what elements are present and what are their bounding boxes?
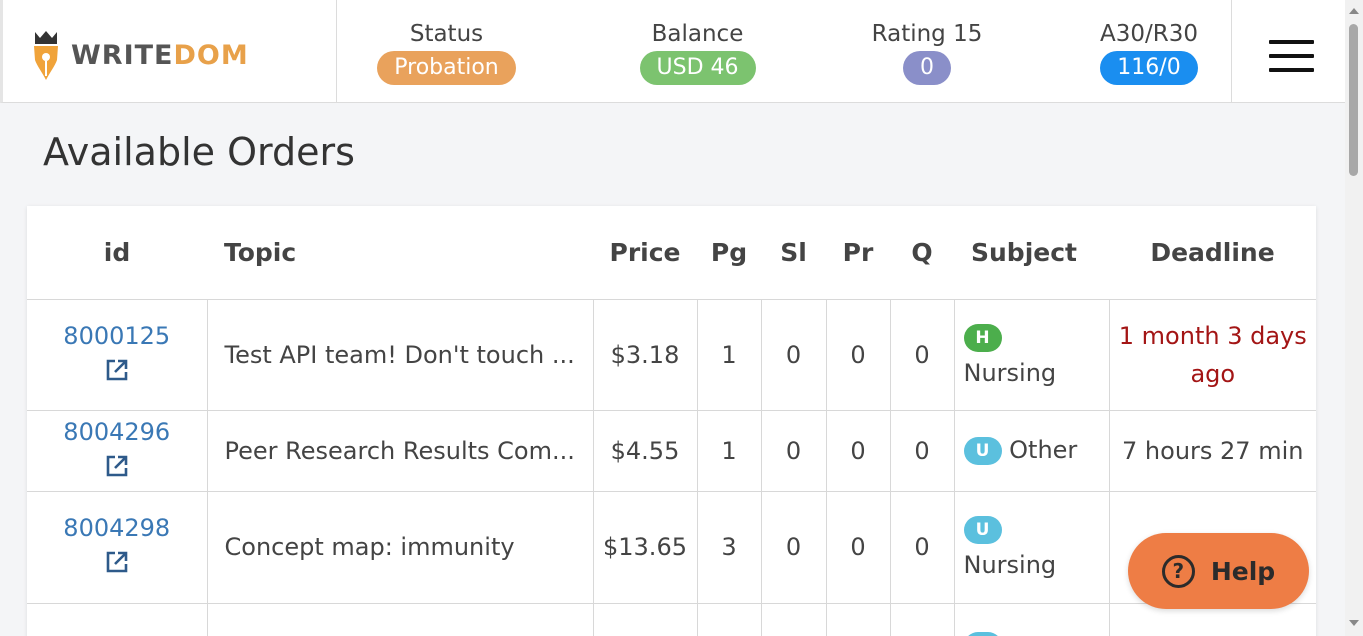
scroll-thumb[interactable] bbox=[1349, 24, 1358, 176]
external-link-icon[interactable] bbox=[104, 453, 130, 479]
brand-name: WRITEDOM bbox=[71, 39, 249, 71]
external-link-icon[interactable] bbox=[104, 357, 130, 383]
scroll-down-icon[interactable] bbox=[1349, 620, 1359, 626]
q-cell: 0 bbox=[890, 410, 955, 492]
column-header-id[interactable]: id bbox=[27, 206, 207, 300]
subject-cell: H Nursing bbox=[954, 299, 1110, 411]
column-header-sl[interactable]: Sl bbox=[761, 206, 826, 300]
subject-level-badge: U bbox=[963, 516, 1002, 544]
subject-cell bbox=[954, 603, 1110, 636]
writedom-logo[interactable]: WRITEDOM bbox=[31, 28, 249, 82]
subject-cell: U Nursing bbox=[954, 491, 1110, 604]
pr-cell: 0 bbox=[826, 491, 891, 604]
column-header-pg[interactable]: Pg bbox=[697, 206, 761, 300]
column-header-q[interactable]: Q bbox=[890, 206, 954, 300]
pen-nib-icon bbox=[34, 31, 58, 80]
rating-badge: 0 bbox=[903, 51, 951, 85]
status-stat: Status Probation bbox=[374, 20, 519, 85]
a30-r30-stat: A30/R30 116/0 bbox=[1093, 20, 1205, 85]
status-badge: Probation bbox=[377, 51, 516, 85]
table-row[interactable]: 8000125 Test API team! Don't touch ... $… bbox=[27, 299, 1316, 411]
balance-label: Balance bbox=[651, 21, 744, 47]
subject-level-badge: H bbox=[963, 323, 1002, 352]
column-header-price[interactable]: Price bbox=[593, 206, 697, 300]
header-divider bbox=[336, 0, 337, 102]
hamburger-menu-icon[interactable] bbox=[1269, 40, 1314, 72]
slides-cell: 0 bbox=[761, 491, 827, 604]
pages-cell: 1 bbox=[697, 410, 762, 492]
header-divider bbox=[1231, 0, 1232, 102]
balance-badge: USD 46 bbox=[639, 51, 756, 85]
deadline-cell: 1 month 3 days ago bbox=[1109, 299, 1316, 411]
rating-stat: Rating 15 0 bbox=[867, 20, 987, 85]
page-title: Available Orders bbox=[43, 130, 355, 174]
order-id-link[interactable]: 8000125 bbox=[27, 321, 207, 351]
price-cell: $13.65 bbox=[593, 491, 698, 604]
deadline-cell: 7 hours 27 min bbox=[1109, 410, 1316, 492]
subject-name: Nursing bbox=[963, 551, 1057, 579]
subject-level-badge bbox=[963, 632, 1002, 636]
status-label: Status bbox=[409, 21, 484, 47]
pages-cell: 1 bbox=[697, 299, 762, 411]
order-id-cell: 8004296 bbox=[27, 410, 208, 492]
order-id-cell: 8000125 bbox=[27, 299, 208, 411]
subject-name: Other bbox=[1009, 436, 1078, 464]
column-header-deadline[interactable]: Deadline bbox=[1109, 206, 1316, 300]
pr-cell: 0 bbox=[826, 299, 891, 411]
external-link-icon[interactable] bbox=[104, 549, 130, 575]
question-circle-icon: ? bbox=[1161, 554, 1195, 588]
balance-stat: Balance USD 46 bbox=[639, 20, 756, 85]
topic-cell: Peer Research Results Com... bbox=[207, 410, 594, 492]
column-header-subject[interactable]: Subject bbox=[954, 206, 1109, 300]
price-cell: $4.55 bbox=[593, 410, 698, 492]
slides-cell: 0 bbox=[761, 299, 827, 411]
column-header-topic[interactable]: Topic bbox=[207, 206, 593, 300]
table-row[interactable] bbox=[27, 603, 1316, 636]
pr-cell: 0 bbox=[826, 410, 891, 492]
orders-table-card: id Topic Price Pg Sl Pr Q Subject Deadli… bbox=[27, 206, 1316, 636]
order-id-link[interactable]: 8004296 bbox=[27, 417, 207, 447]
column-header-pr[interactable]: Pr bbox=[826, 206, 890, 300]
scroll-up-icon[interactable] bbox=[1349, 8, 1359, 14]
order-id-link[interactable]: 8004298 bbox=[27, 513, 207, 543]
table-row[interactable]: 8004298 Concept map: immunity $13.65 3 0… bbox=[27, 491, 1316, 604]
q-cell: 0 bbox=[890, 491, 955, 604]
table-header-row: id Topic Price Pg Sl Pr Q Subject Deadli… bbox=[27, 206, 1316, 300]
a30-r30-label: A30/R30 bbox=[1100, 21, 1198, 47]
subject-level-badge: U bbox=[963, 437, 1002, 465]
help-button[interactable]: ? Help bbox=[1128, 533, 1309, 609]
page-scrollbar[interactable] bbox=[1345, 0, 1363, 636]
rating-label: Rating 15 bbox=[871, 21, 983, 47]
table-row[interactable]: 8004296 Peer Research Results Com... $4.… bbox=[27, 410, 1316, 492]
subject-cell: U Other bbox=[954, 410, 1110, 492]
pages-cell: 3 bbox=[697, 491, 762, 604]
subject-name: Nursing bbox=[963, 358, 1057, 387]
help-label: Help bbox=[1210, 556, 1276, 586]
a30-r30-badge: 116/0 bbox=[1100, 51, 1198, 85]
top-header: WRITEDOM Status Probation Balance USD 46… bbox=[0, 0, 1345, 103]
topic-cell: Concept map: immunity bbox=[207, 491, 594, 604]
q-cell: 0 bbox=[890, 299, 955, 411]
slides-cell: 0 bbox=[761, 410, 827, 492]
price-cell: $3.18 bbox=[593, 299, 698, 411]
topic-cell: Test API team! Don't touch ... bbox=[207, 299, 594, 411]
orders-table: id Topic Price Pg Sl Pr Q Subject Deadli… bbox=[27, 206, 1316, 636]
order-id-cell: 8004298 bbox=[27, 491, 208, 604]
